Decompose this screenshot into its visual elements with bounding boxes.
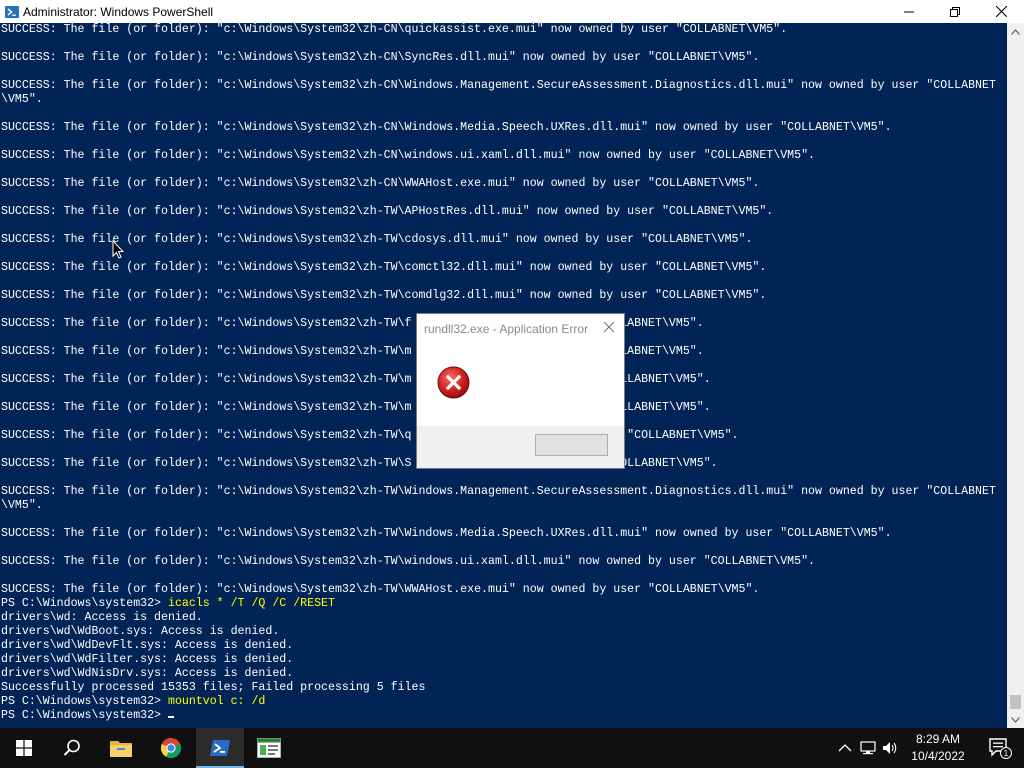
chevron-down-icon — [1011, 716, 1020, 723]
console-line: Successfully processed 15353 files; Fail… — [1, 681, 426, 694]
minimize-icon — [904, 11, 914, 12]
dialog-close-icon[interactable] — [602, 320, 616, 334]
start-icon — [16, 740, 32, 756]
window-title: Administrator: Windows PowerShell — [23, 4, 214, 19]
console-line: \VM5". — [1, 499, 43, 512]
chrome-icon — [160, 737, 182, 759]
clock-date: 10/4/2022 — [911, 749, 965, 763]
title-bar[interactable]: Administrator: Windows PowerShell — [0, 0, 1024, 23]
console-line: drivers\wd\WdDevFlt.sys: Access is denie… — [1, 639, 294, 652]
clock-time: 8:29 AM — [915, 732, 961, 746]
chevron-up-icon[interactable] — [838, 743, 852, 753]
console-line: SUCCESS: The file (or folder): "c:\Windo… — [1, 261, 767, 274]
search-icon — [63, 739, 80, 756]
console-line: SUCCESS: The file (or folder): "c:\Windo… — [1, 177, 760, 190]
console-line: PS C:\Windows\system32> — [1, 695, 168, 708]
dialog-title: rundll32.exe - Application Error — [424, 322, 589, 336]
minimize-button[interactable] — [886, 0, 932, 23]
powershell-icon — [210, 740, 230, 756]
console-line: SUCCESS: The file (or folder): "c:\Windo… — [1, 485, 996, 498]
scroll-down-button[interactable] — [1007, 711, 1024, 728]
console-line: drivers\wd: Access is denied. — [1, 611, 203, 624]
console-line: PS C:\Windows\system32> — [1, 597, 168, 610]
restore-icon — [950, 6, 960, 17]
start-button[interactable] — [0, 728, 48, 768]
console-line: drivers\wd\WdFilter.sys: Access is denie… — [1, 653, 294, 666]
console-line: SUCCESS: The file (or folder): "c:\Windo… — [1, 23, 788, 36]
console-line: PS C:\Windows\system32> — [1, 709, 168, 722]
console-line: drivers\wd\WdNisDrv.sys: Access is denie… — [1, 667, 294, 680]
console-line: SUCCESS: The file (or folder): "c:\Windo… — [1, 205, 774, 218]
scroll-up-button[interactable] — [1007, 23, 1024, 40]
taskbar-powershell[interactable] — [196, 728, 244, 768]
taskbar-search-button[interactable] — [48, 728, 96, 768]
text-cursor — [167, 716, 174, 718]
console-command: icacls * /T /Q /C /RESET — [167, 597, 335, 610]
vertical-scrollbar[interactable] — [1007, 23, 1024, 728]
taskbar-chrome[interactable] — [147, 728, 195, 768]
taskbar-file-explorer[interactable] — [97, 728, 145, 768]
console-line: SUCCESS: The file (or folder): "c:\Windo… — [1, 51, 760, 64]
console-line: drivers\wd\WdBoot.sys: Access is denied. — [1, 625, 280, 638]
console-line: SUCCESS: The file (or folder): "c:\Windo… — [1, 527, 892, 540]
taskbar-clock[interactable]: 8:29 AM 10/4/2022 — [906, 731, 970, 765]
close-button[interactable] — [978, 0, 1024, 23]
powershell-icon — [5, 5, 19, 18]
console-line: SUCCESS: The file (or folder): "c:\Windo… — [1, 289, 767, 302]
taskbar-server-manager[interactable] — [245, 728, 293, 768]
dialog-ok-button[interactable] — [535, 434, 608, 456]
taskbar: 8:29 AM 10/4/2022 1 — [0, 728, 1024, 768]
action-center-button[interactable]: 1 — [976, 728, 1024, 768]
console-line: SUCCESS: The file (or folder): "c:\Windo… — [1, 79, 996, 92]
application-error-dialog: rundll32.exe - Application Error — [416, 313, 625, 469]
console-line: SUCCESS: The file (or folder): "c:\Windo… — [1, 149, 816, 162]
volume-icon[interactable] — [882, 740, 898, 756]
chevron-up-icon — [1011, 28, 1020, 35]
file-explorer-icon — [110, 741, 132, 757]
notification-count: 1 — [1004, 749, 1009, 758]
error-icon — [437, 366, 470, 399]
console-line: SUCCESS: The file (or folder): "c:\Windo… — [1, 555, 816, 568]
scroll-thumb[interactable] — [1010, 695, 1021, 709]
dialog-footer — [417, 426, 624, 468]
network-icon[interactable] — [860, 740, 876, 756]
console-line: SUCCESS: The file (or folder): "c:\Windo… — [1, 121, 892, 134]
console-line: \VM5". — [1, 93, 43, 106]
close-icon — [995, 6, 1007, 17]
notification-icon: 1 — [989, 738, 1012, 759]
console-command: mountvol c: /d — [167, 695, 266, 708]
console-line: SUCCESS: The file (or folder): "c:\Windo… — [1, 429, 739, 442]
restore-button[interactable] — [932, 0, 978, 23]
server-manager-icon — [257, 738, 281, 758]
system-tray — [838, 728, 898, 768]
console-line: SUCCESS: The file (or folder): "c:\Windo… — [1, 583, 760, 596]
mouse-pointer-icon — [112, 240, 124, 259]
